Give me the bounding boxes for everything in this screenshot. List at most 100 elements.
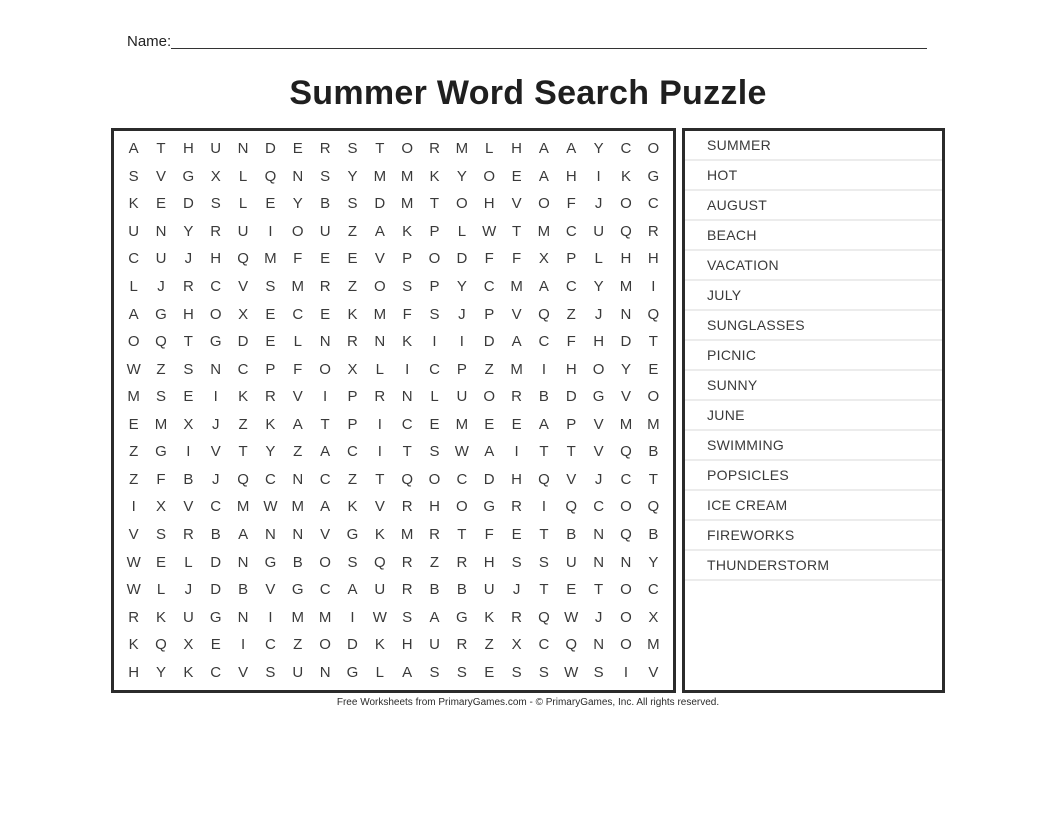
- word-list-item[interactable]: SUNNY: [685, 371, 942, 401]
- grid-cell[interactable]: C: [257, 631, 284, 659]
- grid-cell[interactable]: A: [284, 410, 311, 438]
- grid-cell[interactable]: L: [421, 383, 448, 411]
- grid-cell[interactable]: S: [339, 190, 366, 218]
- grid-cell[interactable]: M: [503, 273, 530, 301]
- word-list-item[interactable]: SWIMMING: [685, 431, 942, 461]
- grid-cell[interactable]: R: [366, 383, 393, 411]
- grid-cell[interactable]: K: [366, 631, 393, 659]
- grid-cell[interactable]: J: [175, 576, 202, 604]
- grid-cell[interactable]: N: [229, 135, 256, 163]
- grid-cell[interactable]: R: [421, 135, 448, 163]
- grid-cell[interactable]: S: [503, 548, 530, 576]
- grid-cell[interactable]: C: [640, 190, 667, 218]
- grid-cell[interactable]: U: [585, 218, 612, 246]
- grid-cell[interactable]: R: [311, 135, 338, 163]
- grid-cell[interactable]: M: [366, 163, 393, 191]
- grid-cell[interactable]: S: [311, 163, 338, 191]
- grid-cell[interactable]: Q: [612, 521, 639, 549]
- grid-cell[interactable]: A: [311, 438, 338, 466]
- grid-cell[interactable]: Y: [612, 355, 639, 383]
- grid-cell[interactable]: A: [530, 273, 557, 301]
- grid-cell[interactable]: C: [339, 438, 366, 466]
- grid-cell[interactable]: A: [558, 135, 585, 163]
- grid-cell[interactable]: Q: [640, 300, 667, 328]
- grid-cell[interactable]: V: [229, 658, 256, 686]
- grid-cell[interactable]: B: [640, 521, 667, 549]
- grid-cell[interactable]: O: [311, 631, 338, 659]
- grid-cell[interactable]: V: [229, 273, 256, 301]
- grid-cell[interactable]: K: [394, 328, 421, 356]
- grid-cell[interactable]: T: [530, 438, 557, 466]
- grid-cell[interactable]: A: [503, 328, 530, 356]
- grid-cell[interactable]: U: [202, 135, 229, 163]
- grid-cell[interactable]: L: [476, 135, 503, 163]
- grid-cell[interactable]: C: [558, 273, 585, 301]
- grid-cell[interactable]: J: [585, 300, 612, 328]
- grid-cell[interactable]: O: [476, 163, 503, 191]
- grid-cell[interactable]: A: [530, 135, 557, 163]
- grid-cell[interactable]: K: [339, 300, 366, 328]
- grid-cell[interactable]: J: [585, 603, 612, 631]
- grid-cell[interactable]: W: [120, 548, 147, 576]
- grid-cell[interactable]: S: [421, 658, 448, 686]
- grid-cell[interactable]: W: [558, 603, 585, 631]
- grid-cell[interactable]: C: [640, 576, 667, 604]
- grid-cell[interactable]: P: [448, 355, 475, 383]
- grid-cell[interactable]: H: [394, 631, 421, 659]
- grid-cell[interactable]: I: [503, 438, 530, 466]
- grid-cell[interactable]: E: [503, 163, 530, 191]
- grid-cell[interactable]: C: [229, 355, 256, 383]
- grid-cell[interactable]: N: [612, 548, 639, 576]
- grid-cell[interactable]: R: [311, 273, 338, 301]
- word-list-item[interactable]: POPSICLES: [685, 461, 942, 491]
- grid-cell[interactable]: R: [339, 328, 366, 356]
- grid-cell[interactable]: S: [120, 163, 147, 191]
- grid-cell[interactable]: J: [147, 273, 174, 301]
- grid-cell[interactable]: F: [284, 355, 311, 383]
- grid-cell[interactable]: E: [257, 328, 284, 356]
- grid-cell[interactable]: S: [421, 438, 448, 466]
- grid-cell[interactable]: O: [612, 576, 639, 604]
- grid-cell[interactable]: C: [394, 410, 421, 438]
- grid-cell[interactable]: S: [448, 658, 475, 686]
- grid-cell[interactable]: A: [421, 603, 448, 631]
- grid-cell[interactable]: K: [366, 521, 393, 549]
- grid-cell[interactable]: Y: [147, 658, 174, 686]
- grid-cell[interactable]: Z: [339, 466, 366, 494]
- grid-cell[interactable]: T: [503, 218, 530, 246]
- grid-cell[interactable]: C: [558, 218, 585, 246]
- grid-cell[interactable]: V: [612, 383, 639, 411]
- grid-cell[interactable]: M: [311, 603, 338, 631]
- grid-cell[interactable]: T: [366, 466, 393, 494]
- grid-cell[interactable]: F: [394, 300, 421, 328]
- grid-cell[interactable]: Y: [284, 190, 311, 218]
- grid-cell[interactable]: N: [366, 328, 393, 356]
- grid-cell[interactable]: O: [530, 190, 557, 218]
- grid-cell[interactable]: E: [202, 631, 229, 659]
- grid-cell[interactable]: H: [202, 245, 229, 273]
- grid-cell[interactable]: L: [229, 190, 256, 218]
- word-list-item[interactable]: VACATION: [685, 251, 942, 281]
- grid-cell[interactable]: F: [558, 328, 585, 356]
- grid-cell[interactable]: T: [530, 521, 557, 549]
- grid-cell[interactable]: F: [558, 190, 585, 218]
- grid-cell[interactable]: T: [640, 328, 667, 356]
- grid-cell[interactable]: T: [421, 190, 448, 218]
- grid-cell[interactable]: Y: [585, 273, 612, 301]
- grid-cell[interactable]: X: [202, 163, 229, 191]
- grid-cell[interactable]: E: [147, 548, 174, 576]
- grid-cell[interactable]: A: [366, 218, 393, 246]
- grid-cell[interactable]: H: [476, 548, 503, 576]
- grid-cell[interactable]: K: [394, 218, 421, 246]
- grid-cell[interactable]: H: [612, 245, 639, 273]
- grid-cell[interactable]: N: [202, 355, 229, 383]
- grid-cell[interactable]: S: [147, 383, 174, 411]
- grid-cell[interactable]: I: [366, 438, 393, 466]
- grid-cell[interactable]: Q: [530, 466, 557, 494]
- word-list-item[interactable]: HOT: [685, 161, 942, 191]
- grid-cell[interactable]: M: [394, 190, 421, 218]
- grid-cell[interactable]: A: [530, 163, 557, 191]
- grid-cell[interactable]: E: [284, 135, 311, 163]
- grid-cell[interactable]: H: [585, 328, 612, 356]
- grid-cell[interactable]: M: [640, 631, 667, 659]
